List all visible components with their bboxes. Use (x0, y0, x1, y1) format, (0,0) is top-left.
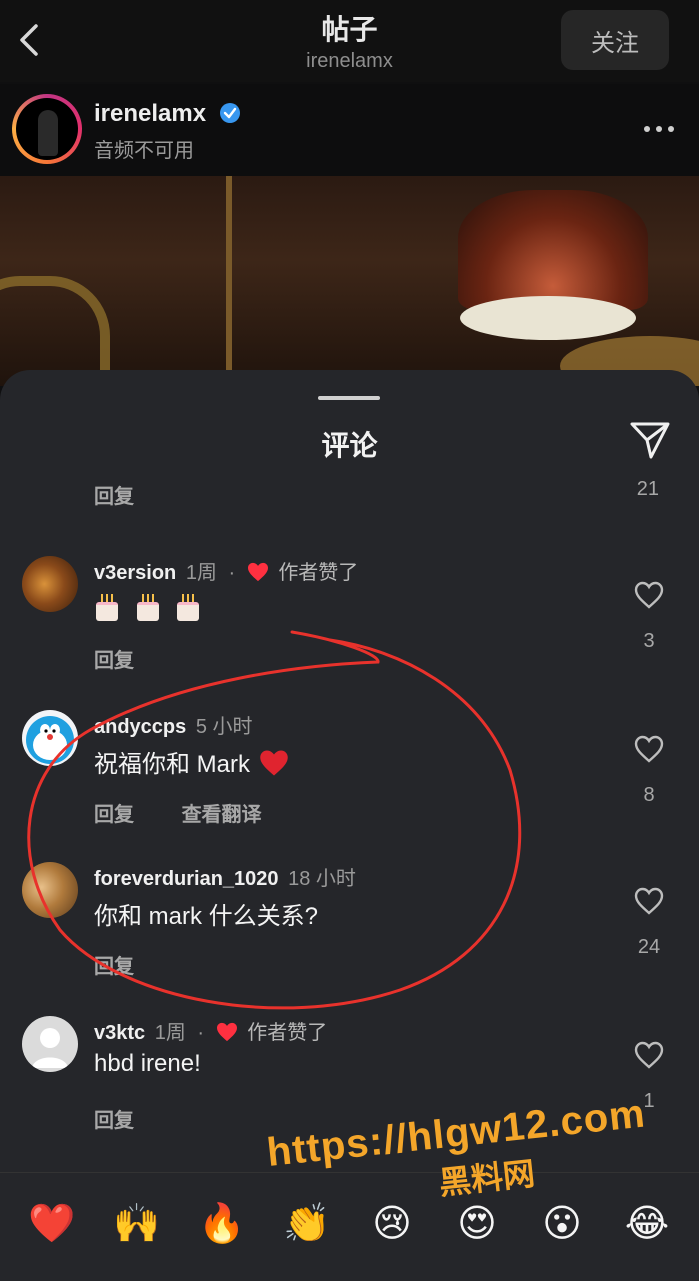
top-bar: 帖子 irenelamx 关注 (0, 0, 699, 82)
share-send-icon[interactable] (629, 420, 671, 460)
author-liked-heart-icon (216, 1022, 237, 1042)
like-count: 21 (636, 478, 659, 500)
comment-username[interactable]: v3ersion (94, 562, 176, 584)
comment-username[interactable]: v3ktc (94, 1022, 145, 1044)
comment-time: 5 小时 (195, 716, 253, 738)
like-heart-icon[interactable] (633, 734, 665, 764)
post-username-text: irenelamx (94, 100, 207, 127)
comment-time: 1周 (154, 1022, 186, 1044)
separator-dot: · (197, 1022, 205, 1044)
doraemon-avatar-icon (26, 716, 74, 764)
comment-text: 祝福你和 Mark (94, 744, 289, 779)
audio-status: 音频不可用 (94, 140, 194, 162)
emoji-heart-button[interactable]: ❤️ (28, 1199, 76, 1247)
reply-button[interactable]: 回复 (94, 480, 134, 509)
like-count: 8 (643, 784, 655, 806)
emoji-raised-hands-button[interactable]: 🙌 (113, 1199, 161, 1247)
comment-meta: v3ktc 1周 · 作者赞了 (94, 1016, 327, 1045)
like-count: 3 (643, 630, 655, 652)
default-avatar-icon (32, 1028, 68, 1068)
comment-meta: v3ersion 1周 · 作者赞了 (94, 556, 358, 585)
post-username[interactable]: irenelamx (94, 100, 241, 128)
sheet-title: 评论 (321, 430, 378, 461)
author-liked-label: 作者赞了 (278, 562, 359, 584)
post-image (0, 176, 699, 386)
sheet-drag-handle[interactable] (318, 396, 380, 400)
comment-actions: 回复 (94, 1104, 176, 1133)
like-count: 24 (637, 936, 661, 958)
author-liked-label: 作者赞了 (247, 1022, 328, 1044)
author-liked-heart-icon (247, 562, 268, 582)
like-count: 1 (643, 1090, 655, 1112)
red-heart-emoji-icon (259, 750, 288, 776)
reply-button[interactable]: 回复 (94, 650, 134, 672)
emoji-fire-button[interactable]: 🔥 (198, 1199, 246, 1247)
like-heart-icon[interactable] (633, 1040, 665, 1070)
comment-meta: andyccps 5 小时 (94, 710, 253, 739)
emoji-crying-button[interactable]: 😢 (368, 1199, 416, 1247)
comment-username[interactable]: foreverdurian_1020 (94, 868, 279, 890)
emoji-heart-eyes-button[interactable]: 😍 (453, 1199, 501, 1247)
like-heart-icon[interactable] (633, 886, 665, 916)
avatar[interactable] (22, 710, 78, 766)
verified-badge-icon (219, 103, 240, 123)
follow-button[interactable]: 关注 (561, 10, 669, 70)
comment-actions: 回复 (94, 644, 176, 673)
emoji-laughing-button[interactable]: 😂 (623, 1199, 671, 1247)
emoji-surprised-button[interactable]: 😮 (538, 1199, 586, 1247)
avatar[interactable] (12, 94, 82, 164)
comment-actions: 回复 查看翻译 (94, 798, 304, 827)
separator-dot: · (228, 562, 236, 584)
avatar[interactable] (22, 862, 78, 918)
avatar[interactable] (22, 1016, 78, 1072)
more-options-icon[interactable] (643, 124, 675, 134)
like-heart-icon[interactable] (633, 580, 665, 610)
comments-sheet: 评论 回复 21 v3ersion 1周 · 作者赞了 回复 3 andyccp… (0, 370, 699, 1280)
comment-meta: foreverdurian_1020 18 小时 (94, 862, 356, 891)
comment-text (94, 590, 209, 621)
birthday-cake-icon (135, 592, 161, 621)
emoji-clap-button[interactable]: 👏 (283, 1199, 331, 1247)
reply-button[interactable]: 回复 (94, 956, 134, 978)
comment-time: 18 小时 (288, 868, 356, 890)
emoji-reaction-bar: ❤️ 🙌 🔥 👏 😢 😍 😮 😂 (0, 1172, 699, 1281)
post-header: irenelamx 音频不可用 (0, 84, 699, 176)
birthday-cake-icon (94, 592, 120, 621)
comment-text: hbd irene! (94, 1050, 201, 1077)
reply-button[interactable]: 回复 (94, 1110, 134, 1132)
avatar[interactable] (22, 556, 78, 612)
see-translation-button[interactable]: 查看翻译 (182, 804, 262, 826)
comment-username[interactable]: andyccps (94, 716, 186, 738)
comment-time: 1周 (185, 562, 217, 584)
comment-actions: 回复 (94, 950, 176, 979)
comment-text: 你和 mark 什么关系? (94, 903, 319, 930)
comment-text-content: 祝福你和 Mark (94, 751, 250, 778)
reply-button[interactable]: 回复 (94, 804, 134, 826)
birthday-cake-icon (175, 592, 201, 621)
